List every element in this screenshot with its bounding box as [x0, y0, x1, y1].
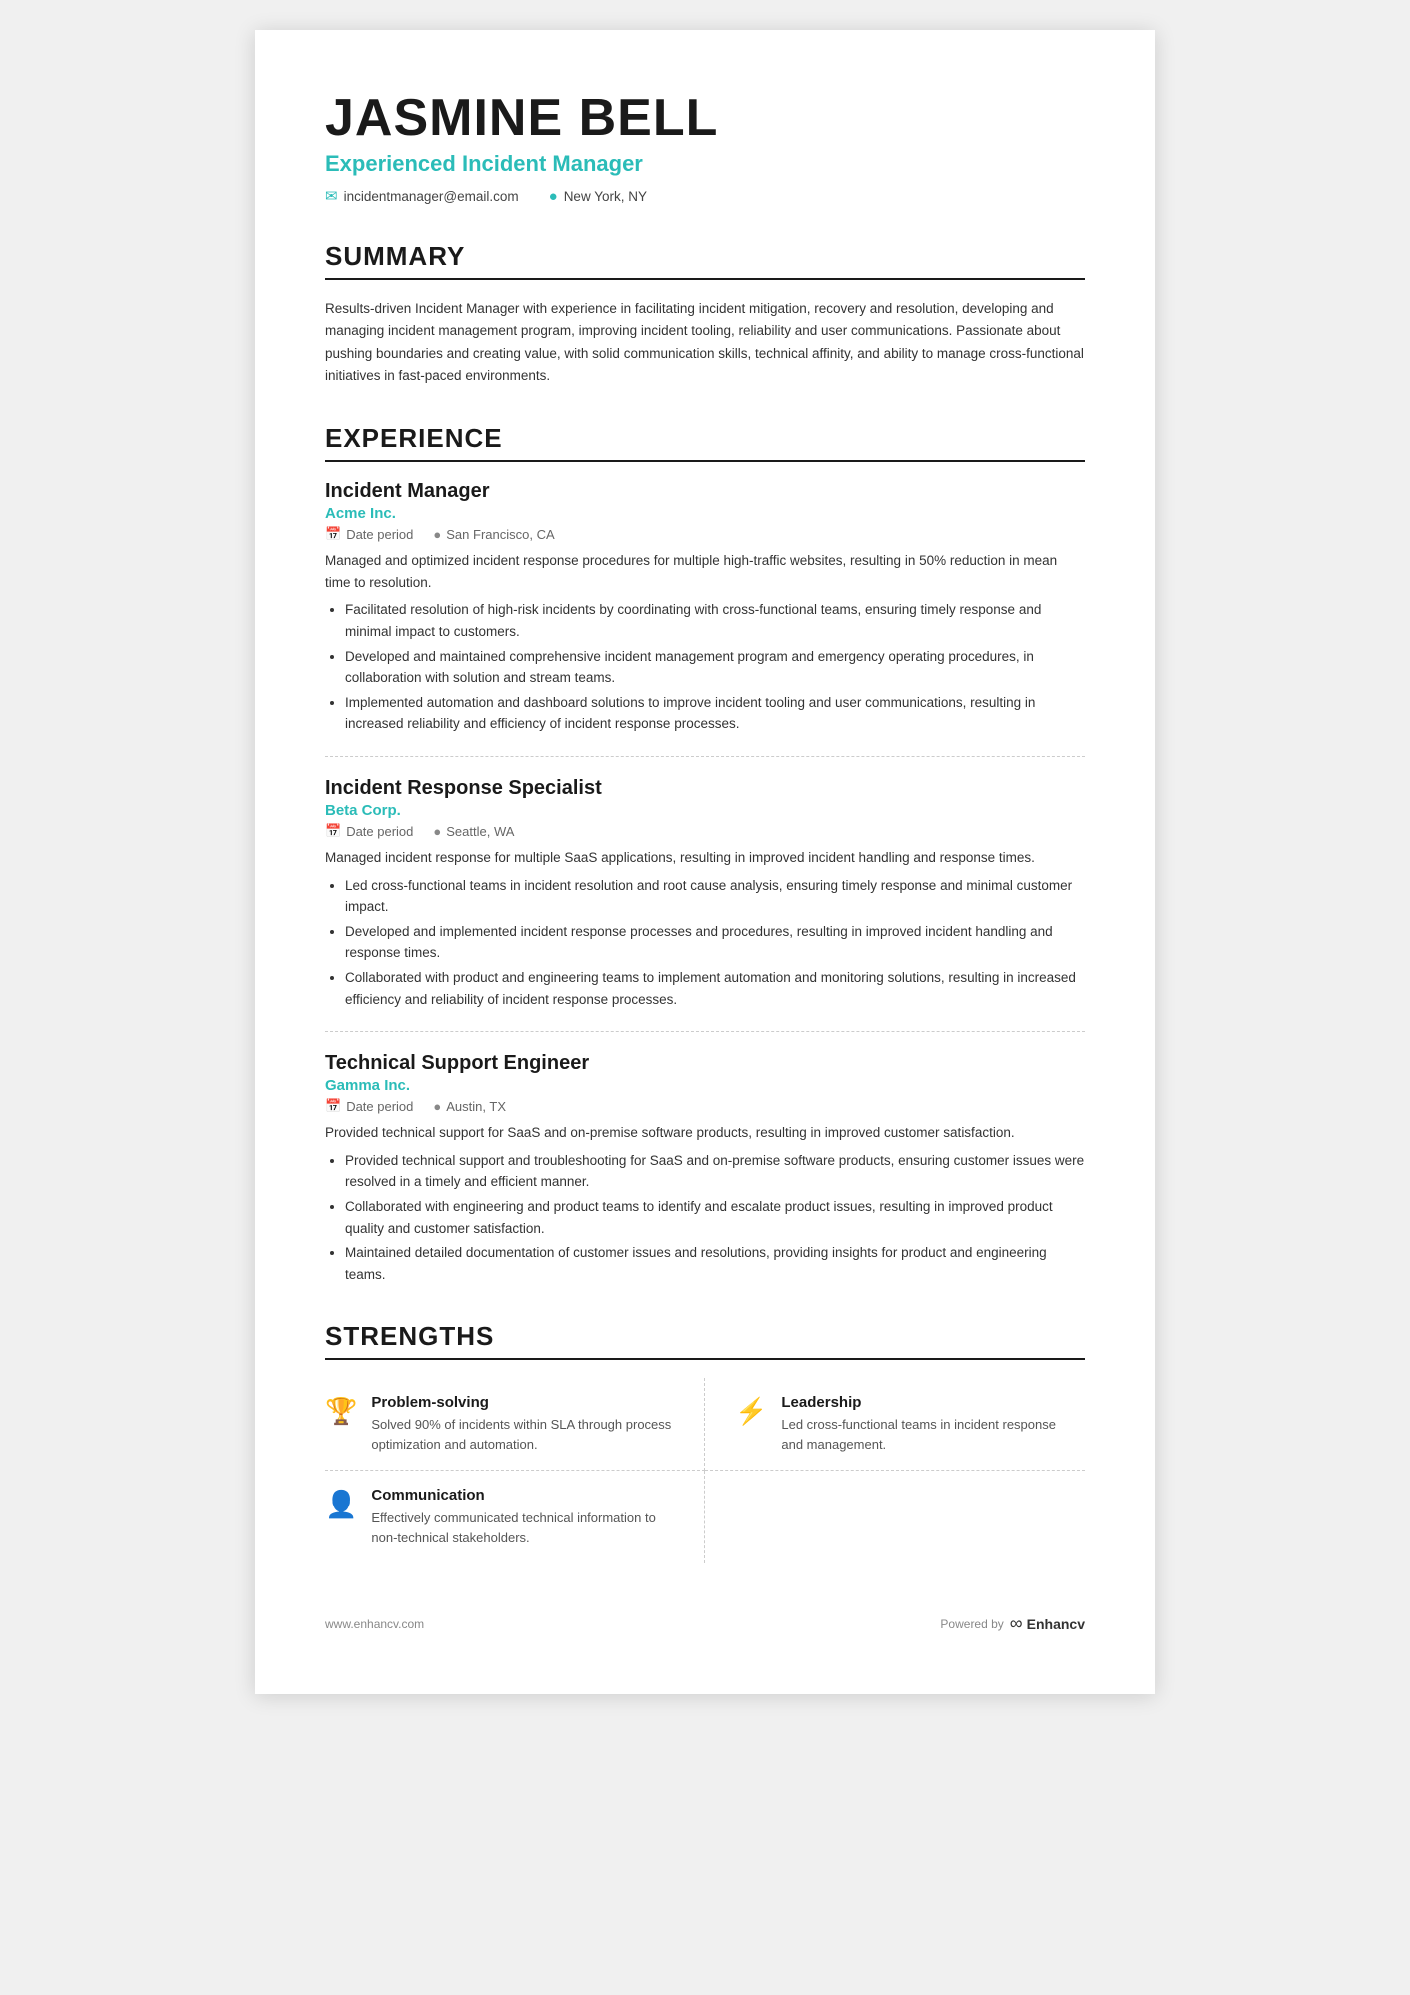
experience-section: EXPERIENCE Incident Manager Acme Inc. 📅 …: [325, 423, 1085, 1285]
job-item-1: Incident Manager Acme Inc. 📅 Date period…: [325, 480, 1085, 757]
location-contact: ● New York, NY: [549, 188, 647, 205]
powered-by-label: Powered by: [940, 1617, 1003, 1631]
location-2: ● Seattle, WA: [433, 824, 514, 839]
summary-title: SUMMARY: [325, 241, 1085, 280]
enhancv-logo: ∞ Enhancv: [1010, 1613, 1085, 1634]
job-title-1: Incident Manager: [325, 480, 1085, 503]
strength-desc-1: Solved 90% of incidents within SLA throu…: [371, 1415, 674, 1454]
company-2: Beta Corp.: [325, 802, 1085, 819]
company-1: Acme Inc.: [325, 505, 1085, 522]
calendar-icon-2: 📅: [325, 823, 341, 839]
trophy-icon: 🏆: [325, 1396, 357, 1427]
strength-content-1: Problem-solving Solved 90% of incidents …: [371, 1394, 674, 1454]
job-desc-1: Managed and optimized incident response …: [325, 550, 1085, 593]
strength-item-2: ⚡ Leadership Led cross-functional teams …: [705, 1378, 1085, 1471]
job-item-2: Incident Response Specialist Beta Corp. …: [325, 777, 1085, 1032]
strength-name-2: Leadership: [781, 1394, 1069, 1411]
job-bullets-3: Provided technical support and troublesh…: [325, 1150, 1085, 1286]
pin-icon-1: ●: [433, 527, 441, 542]
date-3: 📅 Date period: [325, 1098, 413, 1114]
email-value: incidentmanager@email.com: [344, 189, 519, 204]
candidate-title: Experienced Incident Manager: [325, 151, 1085, 177]
strength-desc-2: Led cross-functional teams in incident r…: [781, 1415, 1069, 1454]
strength-name-1: Problem-solving: [371, 1394, 674, 1411]
logo-symbol: ∞: [1010, 1613, 1023, 1634]
job-item-3: Technical Support Engineer Gamma Inc. 📅 …: [325, 1052, 1085, 1285]
location-1: ● San Francisco, CA: [433, 527, 554, 542]
strength-empty-slot: [705, 1471, 1085, 1563]
location-value: New York, NY: [564, 189, 647, 204]
strengths-section: STRENGTHS 🏆 Problem-solving Solved 90% o…: [325, 1321, 1085, 1563]
communication-icon: 👤: [325, 1489, 357, 1520]
job-title-3: Technical Support Engineer: [325, 1052, 1085, 1075]
summary-text: Results-driven Incident Manager with exp…: [325, 298, 1085, 387]
job-meta-1: 📅 Date period ● San Francisco, CA: [325, 526, 1085, 542]
date-2: 📅 Date period: [325, 823, 413, 839]
bullet-2-3: Collaborated with product and engineerin…: [345, 967, 1085, 1010]
bullet-1-3: Implemented automation and dashboard sol…: [345, 692, 1085, 735]
strength-desc-3: Effectively communicated technical infor…: [371, 1508, 674, 1547]
bullet-3-3: Maintained detailed documentation of cus…: [345, 1242, 1085, 1285]
footer: www.enhancv.com Powered by ∞ Enhancv: [325, 1613, 1085, 1634]
strengths-grid: 🏆 Problem-solving Solved 90% of incident…: [325, 1378, 1085, 1563]
strength-item-1: 🏆 Problem-solving Solved 90% of incident…: [325, 1378, 705, 1471]
experience-title: EXPERIENCE: [325, 423, 1085, 462]
bullet-1-2: Developed and maintained comprehensive i…: [345, 646, 1085, 689]
resume-document: JASMINE BELL Experienced Incident Manage…: [255, 30, 1155, 1694]
pin-icon-2: ●: [433, 824, 441, 839]
job-title-2: Incident Response Specialist: [325, 777, 1085, 800]
candidate-name: JASMINE BELL: [325, 90, 1085, 147]
calendar-icon-1: 📅: [325, 526, 341, 542]
job-desc-3: Provided technical support for SaaS and …: [325, 1122, 1085, 1144]
summary-section: SUMMARY Results-driven Incident Manager …: [325, 241, 1085, 387]
bullet-3-1: Provided technical support and troublesh…: [345, 1150, 1085, 1193]
header-section: JASMINE BELL Experienced Incident Manage…: [325, 90, 1085, 205]
pin-icon-3: ●: [433, 1099, 441, 1114]
bullet-2-2: Developed and implemented incident respo…: [345, 921, 1085, 964]
bullet-3-2: Collaborated with engineering and produc…: [345, 1196, 1085, 1239]
strengths-title: STRENGTHS: [325, 1321, 1085, 1360]
location-3: ● Austin, TX: [433, 1099, 506, 1114]
footer-website: www.enhancv.com: [325, 1617, 424, 1631]
calendar-icon-3: 📅: [325, 1098, 341, 1114]
date-1: 📅 Date period: [325, 526, 413, 542]
job-meta-2: 📅 Date period ● Seattle, WA: [325, 823, 1085, 839]
footer-brand: Powered by ∞ Enhancv: [940, 1613, 1085, 1634]
bullet-2-1: Led cross-functional teams in incident r…: [345, 875, 1085, 918]
strength-name-3: Communication: [371, 1487, 674, 1504]
strength-content-2: Leadership Led cross-functional teams in…: [781, 1394, 1069, 1454]
leadership-icon: ⚡: [735, 1396, 767, 1427]
location-icon: ●: [549, 188, 558, 205]
strength-item-3: 👤 Communication Effectively communicated…: [325, 1471, 705, 1563]
job-bullets-1: Facilitated resolution of high-risk inci…: [325, 599, 1085, 735]
email-contact: ✉ incidentmanager@email.com: [325, 187, 519, 205]
job-desc-2: Managed incident response for multiple S…: [325, 847, 1085, 869]
email-icon: ✉: [325, 187, 338, 205]
job-bullets-2: Led cross-functional teams in incident r…: [325, 875, 1085, 1011]
job-meta-3: 📅 Date period ● Austin, TX: [325, 1098, 1085, 1114]
strength-content-3: Communication Effectively communicated t…: [371, 1487, 674, 1547]
brand-name: Enhancv: [1027, 1616, 1085, 1632]
contact-info: ✉ incidentmanager@email.com ● New York, …: [325, 187, 1085, 205]
bullet-1-1: Facilitated resolution of high-risk inci…: [345, 599, 1085, 642]
company-3: Gamma Inc.: [325, 1077, 1085, 1094]
